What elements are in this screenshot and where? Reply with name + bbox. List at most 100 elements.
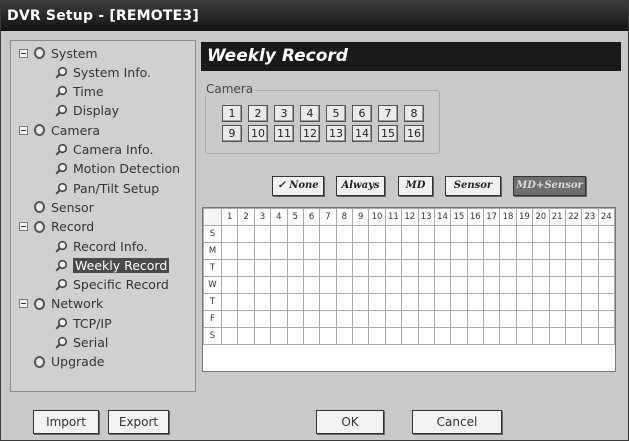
camera-button-11[interactable]: 11 xyxy=(274,125,294,142)
schedule-cell[interactable] xyxy=(482,242,501,260)
schedule-cell[interactable] xyxy=(351,327,370,345)
schedule-cell[interactable] xyxy=(286,276,304,294)
camera-button-13[interactable]: 13 xyxy=(326,125,346,142)
schedule-cell[interactable] xyxy=(597,242,616,260)
collapse-icon[interactable] xyxy=(19,299,28,309)
schedule-cell[interactable] xyxy=(384,242,403,260)
schedule-cell[interactable] xyxy=(499,259,517,277)
schedule-cell[interactable] xyxy=(499,242,517,260)
schedule-cell[interactable] xyxy=(597,327,616,345)
tree-item-specific-record[interactable]: Specific Record xyxy=(55,276,169,294)
tree-item-upgrade[interactable]: Upgrade xyxy=(34,353,104,371)
camera-button-7[interactable]: 7 xyxy=(378,105,398,122)
schedule-cell[interactable] xyxy=(368,293,386,311)
schedule-cell[interactable] xyxy=(319,225,337,243)
schedule-cell[interactable] xyxy=(302,310,321,328)
schedule-cell[interactable] xyxy=(384,225,403,243)
schedule-cell[interactable] xyxy=(384,259,403,277)
schedule-cell[interactable] xyxy=(417,276,435,294)
schedule-cell[interactable] xyxy=(335,259,354,277)
schedule-cell[interactable] xyxy=(450,310,468,328)
schedule-cell[interactable] xyxy=(433,310,452,328)
schedule-cell[interactable] xyxy=(220,259,239,277)
schedule-cell[interactable] xyxy=(515,327,534,345)
schedule-cell[interactable] xyxy=(499,327,517,345)
schedule-cell[interactable] xyxy=(401,293,419,311)
collapse-icon[interactable] xyxy=(19,125,28,135)
schedule-cell[interactable] xyxy=(319,327,337,345)
schedule-cell[interactable] xyxy=(548,327,566,345)
tree-item-camera-info[interactable]: Camera Info. xyxy=(55,141,153,159)
schedule-cell[interactable] xyxy=(515,259,534,277)
camera-button-2[interactable]: 2 xyxy=(248,105,268,122)
schedule-cell[interactable] xyxy=(302,259,321,277)
schedule-cell[interactable] xyxy=(548,310,566,328)
tree-item-serial[interactable]: Serial xyxy=(55,334,108,352)
schedule-cell[interactable] xyxy=(253,310,272,328)
weekly-schedule-grid[interactable]: 1 2 3 4 5 6 7 8 9 10 11 12 13 14 15 16 17 18 19 20 21 22 23 24 S… xyxy=(202,207,616,372)
schedule-cell[interactable] xyxy=(433,276,452,294)
schedule-cell[interactable] xyxy=(515,276,534,294)
collapse-icon[interactable] xyxy=(19,222,28,232)
schedule-cell[interactable] xyxy=(515,293,534,311)
schedule-cell[interactable] xyxy=(548,225,566,243)
schedule-cell[interactable] xyxy=(466,310,485,328)
tree-item-record-info[interactable]: Record Info. xyxy=(55,237,148,255)
schedule-cell[interactable] xyxy=(351,242,370,260)
schedule-cell[interactable] xyxy=(482,225,501,243)
schedule-cell[interactable] xyxy=(270,276,288,294)
schedule-cell[interactable] xyxy=(548,276,566,294)
schedule-cell[interactable] xyxy=(482,259,501,277)
schedule-cell[interactable] xyxy=(270,293,288,311)
camera-button-12[interactable]: 12 xyxy=(300,125,320,142)
camera-button-6[interactable]: 6 xyxy=(352,105,372,122)
tree-item-record[interactable]: Record xyxy=(19,218,94,236)
schedule-cell[interactable] xyxy=(270,242,288,260)
schedule-cell[interactable] xyxy=(335,310,354,328)
ok-button[interactable]: OK xyxy=(316,410,384,434)
schedule-cell[interactable] xyxy=(433,242,452,260)
camera-button-3[interactable]: 3 xyxy=(274,105,294,122)
schedule-cell[interactable] xyxy=(286,242,304,260)
schedule-cell[interactable] xyxy=(319,242,337,260)
schedule-cell[interactable] xyxy=(253,225,272,243)
schedule-cell[interactable] xyxy=(515,310,534,328)
mode-sensor-button[interactable]: Sensor xyxy=(445,176,501,196)
schedule-cell[interactable] xyxy=(335,276,354,294)
schedule-cell[interactable] xyxy=(237,225,255,243)
schedule-cell[interactable] xyxy=(335,225,354,243)
schedule-cell[interactable] xyxy=(581,242,599,260)
tree-item-tcp-ip[interactable]: TCP/IP xyxy=(55,314,112,332)
tree-item-camera[interactable]: Camera xyxy=(19,121,100,139)
camera-button-8[interactable]: 8 xyxy=(404,105,424,122)
schedule-cell[interactable] xyxy=(237,259,255,277)
schedule-cell[interactable] xyxy=(368,276,386,294)
schedule-cell[interactable] xyxy=(417,293,435,311)
tree-item-pan-tilt-setup[interactable]: Pan/Tilt Setup xyxy=(55,179,159,197)
schedule-cell[interactable] xyxy=(564,259,583,277)
schedule-cell[interactable] xyxy=(466,242,485,260)
schedule-cell[interactable] xyxy=(564,327,583,345)
tree-item-network[interactable]: Network xyxy=(19,295,103,313)
schedule-cell[interactable] xyxy=(450,259,468,277)
schedule-cell[interactable] xyxy=(450,242,468,260)
schedule-cell[interactable] xyxy=(237,276,255,294)
schedule-cell[interactable] xyxy=(335,293,354,311)
schedule-cell[interactable] xyxy=(482,327,501,345)
schedule-cell[interactable] xyxy=(384,293,403,311)
cancel-button[interactable]: Cancel xyxy=(412,410,502,434)
schedule-cell[interactable] xyxy=(384,276,403,294)
schedule-cell[interactable] xyxy=(532,310,550,328)
schedule-cell[interactable] xyxy=(581,293,599,311)
camera-button-14[interactable]: 14 xyxy=(352,125,372,142)
schedule-cell[interactable] xyxy=(466,293,485,311)
schedule-cell[interactable] xyxy=(220,310,239,328)
schedule-cell[interactable] xyxy=(548,293,566,311)
schedule-cell[interactable] xyxy=(351,293,370,311)
schedule-cell[interactable] xyxy=(302,293,321,311)
schedule-cell[interactable] xyxy=(401,327,419,345)
mode-always-button[interactable]: Always xyxy=(336,176,385,196)
mode-md-sensor-button[interactable]: MD+Sensor xyxy=(513,176,586,196)
schedule-cell[interactable] xyxy=(597,259,616,277)
schedule-cell[interactable] xyxy=(581,276,599,294)
